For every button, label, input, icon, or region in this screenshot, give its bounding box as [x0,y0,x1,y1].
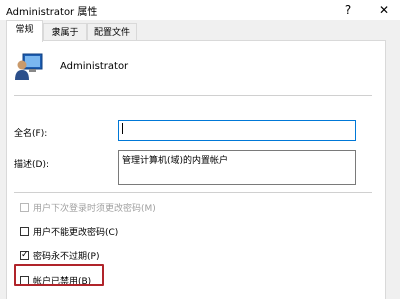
cannot-change-password-label: 用户不能更改密码(C) [33,227,119,238]
tab-general[interactable]: 常规 [6,20,43,42]
properties-dialog: Administrator 属性 ? ✕ 常规 隶属于 配置文件 Adminis… [0,0,400,299]
must-change-password-label: 用户下次登录时须更改密码(M) [33,203,156,214]
checkbox-row-change-password[interactable]: 用户下次登录时须更改密码(M) [20,200,156,214]
dialog-body: 常规 隶属于 配置文件 Administrator 全名(F): 描述(D): … [0,20,400,299]
cannot-change-password-checkbox[interactable] [20,226,29,236]
window-title: Administrator 属性 [6,7,98,18]
title-bar: Administrator 属性 ? ✕ [0,0,400,20]
user-name: Administrator [60,61,129,72]
user-account-icon [15,53,43,80]
description-label: 描述(D): [14,160,49,170]
checkbox-row-cannot-change[interactable]: 用户不能更改密码(C) [20,224,118,238]
checkmark-icon: ✓ [21,249,29,260]
password-never-expires-checkbox[interactable]: ✓ [20,249,29,260]
annotation-highlight [14,264,104,286]
fullname-field[interactable] [118,120,356,141]
checkbox-row-never-expires[interactable]: ✓ 密码永不过期(P) [20,248,99,262]
must-change-password-checkbox[interactable] [20,202,29,212]
close-button[interactable]: ✕ [368,0,400,20]
password-never-expires-label: 密码永不过期(P) [33,251,100,262]
help-button[interactable]: ? [328,0,368,20]
section-divider [14,95,372,96]
section-divider-2 [14,192,372,193]
fullname-label: 全名(F): [14,129,48,139]
text-caret [122,123,123,134]
description-field[interactable]: 管理计算机(域)的内置帐户 [118,150,356,185]
